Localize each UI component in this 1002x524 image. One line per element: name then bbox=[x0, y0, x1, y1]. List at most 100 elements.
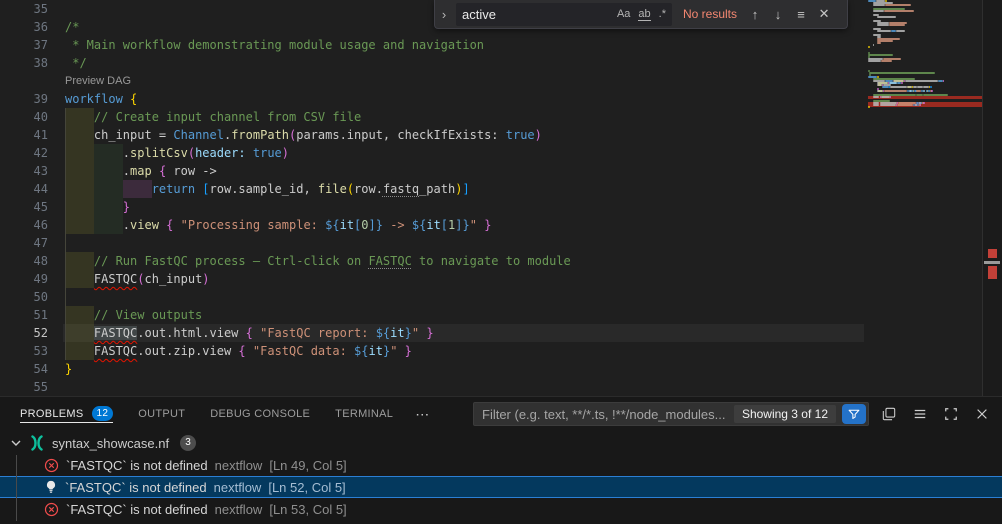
find-in-selection-icon[interactable]: ≡ bbox=[792, 7, 810, 22]
chevron-down-icon[interactable] bbox=[8, 435, 24, 451]
toggle-replace-icon[interactable]: › bbox=[437, 7, 451, 22]
line-text[interactable]: // View outputs bbox=[65, 306, 202, 324]
code-line-50[interactable]: 50 bbox=[0, 288, 868, 306]
filter-funnel-icon[interactable] bbox=[842, 404, 866, 424]
problem-row[interactable]: `FASTQC` is not definednextflow[Ln 53, C… bbox=[0, 498, 1002, 520]
minimap-line bbox=[873, 104, 880, 106]
codelens-preview-dag[interactable]: Preview DAG bbox=[0, 72, 868, 90]
find-close-icon[interactable]: ✕ bbox=[815, 6, 833, 22]
find-query-text[interactable]: active bbox=[462, 7, 617, 22]
line-text[interactable]: /* bbox=[65, 18, 79, 36]
code-line-42[interactable]: 42 .splitCsv(header: true) bbox=[0, 144, 868, 162]
code-line-47[interactable]: 47 bbox=[0, 234, 868, 252]
line-text[interactable]: .view { "Processing sample: ${it[0]} -> … bbox=[65, 216, 491, 234]
line-number[interactable]: 51 bbox=[0, 306, 48, 324]
line-number[interactable]: 45 bbox=[0, 198, 48, 216]
line-number[interactable]: 46 bbox=[0, 216, 48, 234]
minimap-line bbox=[901, 82, 903, 84]
code-line-40[interactable]: 40 // Create input channel from CSV file bbox=[0, 108, 868, 126]
code-line-38[interactable]: 38 */ bbox=[0, 54, 868, 72]
code-line-46[interactable]: 46 .view { "Processing sample: ${it[0]} … bbox=[0, 216, 868, 234]
line-number[interactable]: 37 bbox=[0, 36, 48, 54]
line-text[interactable]: // Run FastQC process – Ctrl-click on FA… bbox=[65, 252, 571, 270]
line-number[interactable]: 42 bbox=[0, 144, 48, 162]
code-line-37[interactable]: 37 * Main workflow demonstrating module … bbox=[0, 36, 868, 54]
code-line-41[interactable]: 41 ch_input = Channel.fromPath(params.in… bbox=[0, 126, 868, 144]
line-number[interactable]: 53 bbox=[0, 342, 48, 360]
minimap-line bbox=[890, 86, 907, 88]
problems-file-row[interactable]: syntax_showcase.nf3 bbox=[0, 432, 1002, 454]
line-number[interactable]: 43 bbox=[0, 162, 48, 180]
tab-terminal[interactable]: TERMINAL bbox=[335, 397, 393, 431]
code-line-53[interactable]: 53 FASTQC.out.zip.view { "FastQC data: $… bbox=[0, 342, 868, 360]
line-text[interactable]: FASTQC.out.html.view { "FastQC report: $… bbox=[65, 324, 434, 342]
line-text[interactable]: workflow { bbox=[65, 90, 137, 108]
line-number[interactable]: 54 bbox=[0, 360, 48, 378]
code-line-51[interactable]: 51 // View outputs bbox=[0, 306, 868, 324]
line-number[interactable]: 40 bbox=[0, 108, 48, 126]
regex-icon[interactable]: .* bbox=[659, 8, 666, 20]
line-text[interactable]: * Main workflow demonstrating module usa… bbox=[65, 36, 484, 54]
line-number[interactable]: 49 bbox=[0, 270, 48, 288]
whole-word-icon[interactable]: ab bbox=[638, 8, 650, 21]
code-line-54[interactable]: 54} bbox=[0, 360, 868, 378]
problem-message: `FASTQC` is not defined bbox=[66, 502, 208, 517]
problem-row[interactable]: `FASTQC` is not definednextflow[Ln 52, C… bbox=[0, 476, 1002, 498]
code-line-49[interactable]: 49 FASTQC(ch_input) bbox=[0, 270, 868, 288]
tree-indent-guide bbox=[16, 455, 17, 521]
line-number[interactable]: 47 bbox=[0, 234, 48, 252]
problems-filter-input[interactable]: Filter (e.g. text, **/*.ts, !**/node_mod… bbox=[473, 402, 869, 426]
line-number[interactable]: 41 bbox=[0, 126, 48, 144]
more-tabs-icon[interactable]: ⋯ bbox=[415, 406, 430, 423]
minimap-line bbox=[907, 86, 912, 88]
maximize-panel-icon[interactable] bbox=[943, 406, 959, 422]
code-line-43[interactable]: 43 .map { row -> bbox=[0, 162, 868, 180]
line-number[interactable]: 55 bbox=[0, 378, 48, 396]
tab-debug-console[interactable]: DEBUG CONSOLE bbox=[210, 397, 310, 431]
line-number[interactable]: 50 bbox=[0, 288, 48, 306]
code-line-44[interactable]: 44 return [row.sample_id, file(row.fastq… bbox=[0, 180, 868, 198]
code-line-55[interactable]: 55 bbox=[0, 378, 868, 396]
line-number[interactable]: 48 bbox=[0, 252, 48, 270]
line-number[interactable]: 52 bbox=[0, 324, 48, 342]
close-panel-icon[interactable] bbox=[974, 406, 990, 422]
line-text[interactable]: FASTQC(ch_input) bbox=[65, 270, 210, 288]
line-text[interactable]: */ bbox=[65, 54, 87, 72]
minimap-line bbox=[884, 10, 914, 12]
codelens-link[interactable]: Preview DAG bbox=[65, 72, 131, 90]
line-number[interactable]: 44 bbox=[0, 180, 48, 198]
line-number[interactable]: 39 bbox=[0, 90, 48, 108]
match-case-icon[interactable]: Aa bbox=[617, 8, 630, 20]
code-line-39[interactable]: 39 workflow { bbox=[0, 90, 868, 108]
find-widget: › active Aa ab .* No results ↑ ↓ ≡ ✕ bbox=[434, 0, 848, 29]
line-text[interactable]: .map { row -> bbox=[65, 162, 217, 180]
problem-row[interactable]: `FASTQC` is not definednextflow[Ln 49, C… bbox=[0, 454, 1002, 476]
tab-problems[interactable]: PROBLEMS12 bbox=[20, 397, 113, 431]
line-text[interactable]: .splitCsv(header: true) bbox=[65, 144, 289, 162]
line-text[interactable]: // Create input channel from CSV file bbox=[65, 108, 361, 126]
line-text[interactable]: ch_input = Channel.fromPath(params.input… bbox=[65, 126, 542, 144]
line-text[interactable]: } bbox=[65, 198, 130, 216]
code-editor[interactable]: 3536/*37 * Main workflow demonstrating m… bbox=[0, 0, 1002, 396]
minimap-line bbox=[916, 94, 923, 96]
overview-ruler-scrollbar[interactable] bbox=[982, 0, 1002, 396]
find-input[interactable]: active Aa ab .* bbox=[456, 3, 672, 26]
line-text[interactable]: FASTQC.out.zip.view { "FastQC data: ${it… bbox=[65, 342, 412, 360]
code-line-48[interactable]: 48 // Run FastQC process – Ctrl-click on… bbox=[0, 252, 868, 270]
editor-lines[interactable]: 3536/*37 * Main workflow demonstrating m… bbox=[0, 0, 868, 396]
code-line-52[interactable]: 52 FASTQC.out.html.view { "FastQC report… bbox=[0, 324, 868, 342]
minimap[interactable] bbox=[868, 0, 982, 396]
tab-output[interactable]: OUTPUT bbox=[138, 397, 185, 431]
minimap-line bbox=[884, 90, 907, 92]
problems-count-badge: 12 bbox=[92, 406, 114, 421]
line-number[interactable]: 35 bbox=[0, 0, 48, 18]
find-previous-icon[interactable]: ↑ bbox=[746, 7, 764, 22]
view-as-table-icon[interactable] bbox=[912, 406, 928, 422]
line-text[interactable]: return [row.sample_id, file(row.fastq_pa… bbox=[65, 180, 470, 198]
line-text[interactable]: } bbox=[65, 360, 72, 378]
collapse-all-icon[interactable] bbox=[881, 406, 897, 422]
find-next-icon[interactable]: ↓ bbox=[769, 7, 787, 22]
code-line-45[interactable]: 45 } bbox=[0, 198, 868, 216]
line-number[interactable]: 38 bbox=[0, 54, 48, 72]
line-number[interactable]: 36 bbox=[0, 18, 48, 36]
